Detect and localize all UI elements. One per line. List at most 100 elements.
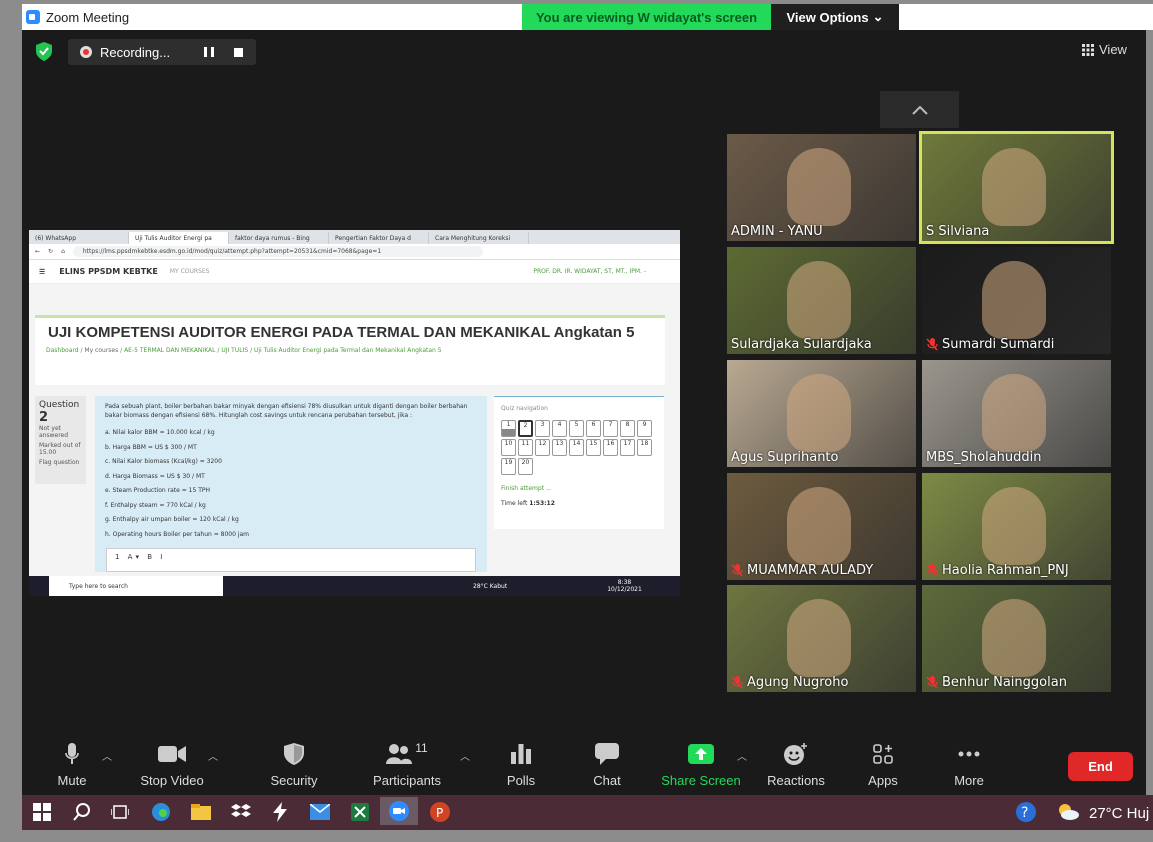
chat-button[interactable]: Chat xyxy=(592,740,622,788)
participant-tile[interactable]: Sumardi Sumardi xyxy=(922,247,1111,354)
finish-attempt-link[interactable]: Finish attempt ... xyxy=(501,485,657,492)
user-name[interactable]: PROF. DR. IR. WIDAYAT, ST, MT., IPM. - xyxy=(533,268,646,275)
browser-tab[interactable]: faktor daya rumus - Bing xyxy=(229,232,329,244)
quiz-nav-button[interactable]: 13 xyxy=(552,439,567,456)
participant-tile[interactable]: ADMIN - YANU xyxy=(727,134,916,241)
chevron-up-icon[interactable]: ︿ xyxy=(208,748,218,763)
home-icon[interactable]: ⌂ xyxy=(61,248,65,255)
quiz-nav-button[interactable]: 1 xyxy=(501,420,516,437)
browser-tab[interactable]: (6) WhatsApp xyxy=(29,232,129,244)
breadcrumb-item[interactable]: UJI TULIS xyxy=(221,347,248,354)
view-layout-button[interactable]: View xyxy=(1082,42,1127,57)
breadcrumb-item[interactable]: Uji Tulis Auditor Energi pada Termal dan… xyxy=(254,347,442,354)
collapse-gallery-button[interactable] xyxy=(880,91,959,128)
help-icon[interactable]: ? xyxy=(1014,801,1038,823)
more-button[interactable]: More xyxy=(952,740,986,788)
excel-icon[interactable] xyxy=(348,801,372,823)
chevron-up-icon[interactable]: ︿ xyxy=(737,748,747,763)
flag-question[interactable]: Flag question xyxy=(39,459,82,466)
edge-browser-icon[interactable] xyxy=(149,801,173,823)
search-icon[interactable] xyxy=(70,801,94,823)
participant-name-label: MUAMMAR AULADY xyxy=(747,563,874,578)
share-screen-button[interactable]: Share Screen xyxy=(661,740,741,788)
participant-name-label: MBS_Sholahuddin xyxy=(926,450,1042,465)
reactions-button[interactable]: Reactions xyxy=(767,740,825,788)
browser-tab[interactable]: Uji Tulis Auditor Energi pa xyxy=(129,232,229,244)
quiz-nav-button[interactable]: 17 xyxy=(620,439,635,456)
weather-cloud-icon[interactable] xyxy=(1056,801,1080,823)
browser-tab[interactable]: Cara Menghitung Koreksi xyxy=(429,232,529,244)
participant-tile[interactable]: Agung Nugroho xyxy=(727,585,916,692)
quiz-nav-button[interactable]: 14 xyxy=(569,439,584,456)
browser-tab[interactable]: Pengertian Faktor Daya d xyxy=(329,232,429,244)
quiz-nav-button[interactable]: 16 xyxy=(603,439,618,456)
participants-button[interactable]: 11 Participants xyxy=(373,740,441,788)
participant-name: Agung Nugroho xyxy=(731,675,848,690)
task-view-icon[interactable] xyxy=(108,801,132,823)
question-item: c. Nilai Kalor biomass (Kcal/kg) = 3200 xyxy=(105,458,222,465)
shared-date: 10/12/2021 xyxy=(607,586,642,593)
participant-tile[interactable]: MUAMMAR AULADY xyxy=(727,473,916,580)
participant-tile[interactable]: MBS_Sholahuddin xyxy=(922,360,1111,467)
page-header: UJI KOMPETENSI AUDITOR ENERGI PADA TERMA… xyxy=(35,315,665,385)
stop-video-button[interactable]: Stop Video xyxy=(140,740,204,788)
dropbox-icon[interactable] xyxy=(229,801,253,823)
security-button[interactable]: Security xyxy=(270,740,318,788)
breadcrumb-item[interactable]: Dashboard xyxy=(46,347,79,354)
chevron-up-icon[interactable]: ︿ xyxy=(102,748,112,763)
quiz-nav-button[interactable]: 4 xyxy=(552,420,567,437)
mail-icon[interactable] xyxy=(308,801,332,823)
reload-icon[interactable]: ↻ xyxy=(48,248,53,255)
answer-editor-toolbar[interactable]: 1 A▾ B I xyxy=(106,548,476,572)
quiz-nav-button[interactable]: 19 xyxy=(501,458,516,475)
url-field[interactable]: https://lms.ppsdmkebtke.esdm.go.id/mod/q… xyxy=(72,246,483,257)
windows-start-icon[interactable] xyxy=(30,801,54,823)
polls-icon xyxy=(511,744,531,764)
participant-tile[interactable]: Sulardjaka Sulardjaka xyxy=(727,247,916,354)
quiz-nav-button[interactable]: 11 xyxy=(518,439,533,456)
zoom-taskbar-icon[interactable] xyxy=(380,797,418,825)
quiz-nav-button[interactable]: 5 xyxy=(569,420,584,437)
participant-name-label: Haolia Rahman_PNJ xyxy=(942,563,1069,578)
participant-tile[interactable]: Haolia Rahman_PNJ xyxy=(922,473,1111,580)
quiz-nav-button[interactable]: 10 xyxy=(501,439,516,456)
breadcrumb: Dashboard / My courses / AE-5 TERMAL DAN… xyxy=(46,347,442,354)
participant-name: Haolia Rahman_PNJ xyxy=(926,563,1069,578)
lightning-app-icon[interactable] xyxy=(268,801,292,823)
polls-button[interactable]: Polls xyxy=(506,740,536,788)
participant-name-label: Sumardi Sumardi xyxy=(942,337,1055,352)
quiz-nav-button[interactable]: 3 xyxy=(535,420,550,437)
breadcrumb-item[interactable]: My courses xyxy=(84,347,118,354)
taskbar-weather-text[interactable]: 27°C Huj xyxy=(1089,805,1149,822)
powerpoint-icon[interactable]: P xyxy=(428,801,452,823)
apps-button[interactable]: Apps xyxy=(867,740,899,788)
quiz-nav-button[interactable]: 20 xyxy=(518,458,533,475)
quiz-nav-button[interactable]: 9 xyxy=(637,420,652,437)
quiz-nav-button[interactable]: 8 xyxy=(620,420,635,437)
share-screen-label: Share Screen xyxy=(661,773,741,788)
participant-video xyxy=(787,148,851,226)
quiz-nav-button[interactable]: 6 xyxy=(586,420,601,437)
file-explorer-icon[interactable] xyxy=(189,801,213,823)
end-meeting-button[interactable]: End xyxy=(1068,752,1133,781)
site-name[interactable]: ELINS PPSDM KEBTKE xyxy=(59,267,158,276)
participant-tile[interactable]: Agus Suprihanto xyxy=(727,360,916,467)
chevron-up-icon[interactable]: ︿ xyxy=(460,748,470,763)
stop-recording-icon[interactable] xyxy=(234,47,243,57)
quiz-nav-button[interactable]: 7 xyxy=(603,420,618,437)
quiz-nav-button[interactable]: 15 xyxy=(586,439,601,456)
participant-tile[interactable]: S Silviana xyxy=(919,131,1114,244)
pause-recording-icon[interactable] xyxy=(204,47,214,57)
breadcrumb-item[interactable]: AE-5 TERMAL DAN MEKANIKAL xyxy=(124,347,215,354)
grid-icon xyxy=(1082,43,1094,56)
quiz-nav-button[interactable]: 12 xyxy=(535,439,550,456)
view-options-button[interactable]: View Options ⌄ xyxy=(771,4,899,30)
quiz-nav-button[interactable]: 2 xyxy=(518,420,533,437)
my-courses-menu[interactable]: MY COURSES xyxy=(170,268,210,275)
back-arrow-icon[interactable]: ← xyxy=(35,248,40,255)
mute-button[interactable]: Mute xyxy=(57,740,87,788)
hamburger-menu-icon[interactable]: ☰ xyxy=(39,268,45,276)
security-shield-icon[interactable] xyxy=(35,42,53,61)
quiz-nav-button[interactable]: 18 xyxy=(637,439,652,456)
participant-tile[interactable]: Benhur Nainggolan xyxy=(922,585,1111,692)
